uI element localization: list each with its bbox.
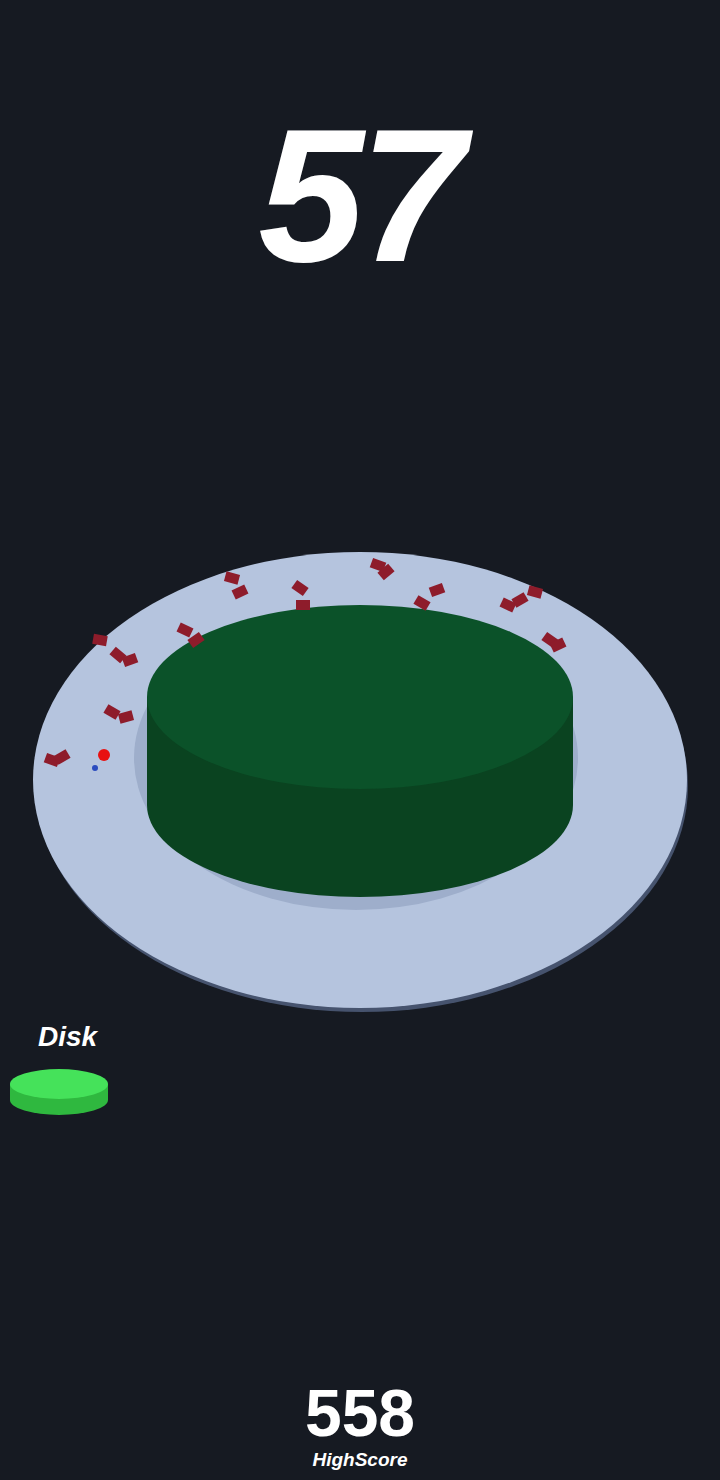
high-score-value: 558 <box>305 1378 415 1448</box>
green-disk <box>147 605 573 897</box>
ring <box>33 552 687 1008</box>
ball <box>98 749 110 761</box>
ring-inner-shade <box>134 606 578 910</box>
game-screen[interactable]: 57 Disk 558HighScore <box>0 0 720 1480</box>
disk-icon <box>10 1068 110 1118</box>
score: 57 <box>0 0 720 290</box>
next-piece: Disk <box>0 1020 720 1118</box>
game-board[interactable] <box>0 540 720 1020</box>
ball-dot <box>92 765 98 771</box>
debris <box>44 558 567 767</box>
high-score: 558HighScore <box>0 1378 720 1480</box>
next-piece-label: Disk <box>0 1020 720 1054</box>
high-score-label: HighScore <box>312 1448 407 1472</box>
